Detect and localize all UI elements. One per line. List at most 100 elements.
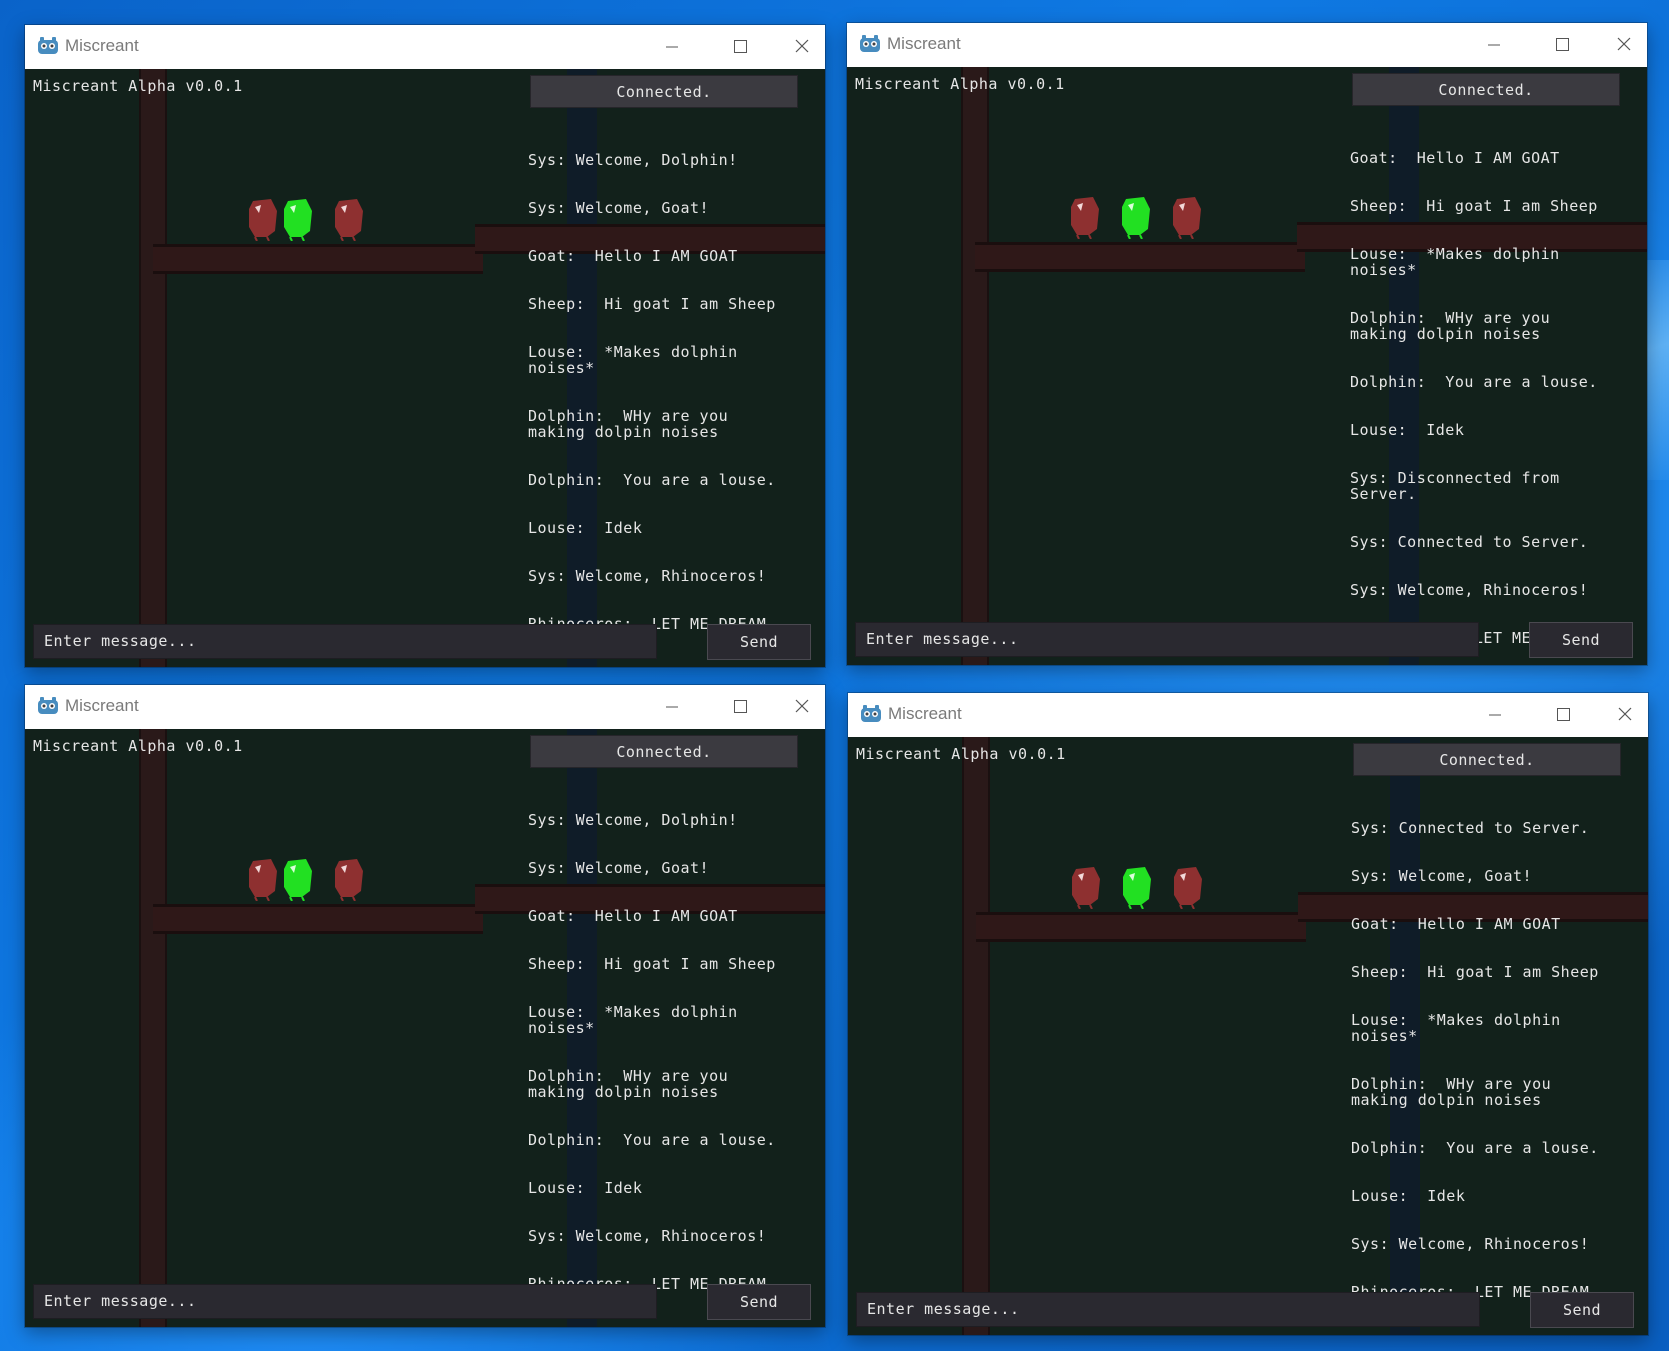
level-wall [139, 729, 167, 1327]
player-character-other [1072, 867, 1100, 909]
level-platform [975, 242, 1305, 272]
game-viewport[interactable]: Miscreant Alpha v0.0.1 Connected. Sys: W… [25, 69, 825, 667]
chat-message: Dolphin: WHy are you making dolpin noise… [528, 1067, 738, 1101]
close-button[interactable] [779, 685, 825, 729]
close-icon [1618, 707, 1632, 721]
chat-message: Dolphin: WHy are you making dolpin noise… [1351, 1075, 1561, 1109]
level-platform [153, 244, 483, 274]
chat-message: Sheep: Hi goat I am Sheep [528, 295, 776, 313]
window-titlebar[interactable]: Miscreant [25, 25, 825, 69]
minimize-button[interactable] [1472, 693, 1518, 737]
chat-message: Louse: Idek [528, 1179, 643, 1197]
maximize-icon [1557, 708, 1570, 721]
player-character-other [1174, 867, 1202, 909]
send-button[interactable]: Send [1530, 1292, 1634, 1328]
chat-log: Goat: Hello I AM GOAT Sheep: Hi goat I a… [1350, 118, 1612, 665]
game-viewport[interactable]: Miscreant Alpha v0.0.1 Connected. Sys: C… [848, 737, 1648, 1335]
game-viewport[interactable]: Miscreant Alpha v0.0.1 Connected. Goat: … [847, 67, 1647, 665]
maximize-button[interactable] [1540, 693, 1586, 737]
connection-status-button[interactable]: Connected. [1353, 743, 1621, 776]
chat-message: Sys: Welcome, Rhinoceros! [1350, 581, 1589, 599]
chat-message: Sys: Welcome, Dolphin! [528, 151, 738, 169]
maximize-button[interactable] [717, 685, 763, 729]
connection-status-button[interactable]: Connected. [1352, 73, 1620, 106]
level-wall [139, 69, 167, 667]
player-character-other [1071, 197, 1099, 239]
chat-message: Goat: Hello I AM GOAT [528, 247, 738, 265]
version-label: Miscreant Alpha v0.0.1 [33, 77, 243, 95]
window-titlebar[interactable]: Miscreant [848, 693, 1648, 737]
chat-message: Sys: Welcome, Dolphin! [528, 811, 738, 829]
chat-message: Sheep: Hi goat I am Sheep [1350, 197, 1598, 215]
window-title: Miscreant [65, 696, 139, 715]
minimize-icon [666, 706, 678, 708]
maximize-button[interactable] [1539, 23, 1585, 67]
minimize-button[interactable] [1471, 23, 1517, 67]
message-input[interactable]: Enter message... [33, 1284, 657, 1319]
chat-message: Goat: Hello I AM GOAT [1351, 915, 1561, 933]
message-input[interactable]: Enter message... [855, 622, 1479, 657]
close-button[interactable] [1601, 23, 1647, 67]
chat-message: Sys: Connected to Server. [1351, 819, 1590, 837]
game-window-4[interactable]: Miscreant Miscreant Alpha v0.0.1 Connect… [848, 693, 1648, 1335]
player-character-local [1122, 197, 1150, 239]
version-label: Miscreant Alpha v0.0.1 [33, 737, 243, 755]
connection-status-button[interactable]: Connected. [530, 75, 798, 108]
chat-message: Goat: Hello I AM GOAT [1350, 149, 1560, 167]
chat-message: Sys: Welcome, Goat! [528, 859, 710, 877]
minimize-button[interactable] [649, 25, 695, 69]
minimize-button[interactable] [649, 685, 695, 729]
player-character-other [335, 199, 363, 241]
maximize-icon [734, 40, 747, 53]
send-button[interactable]: Send [707, 624, 811, 660]
player-character-other [335, 859, 363, 901]
level-wall [962, 737, 990, 1335]
window-title: Miscreant [887, 34, 961, 53]
chat-message: Louse: *Makes dolphin noises* [528, 1003, 748, 1037]
message-input[interactable]: Enter message... [856, 1292, 1480, 1327]
close-button[interactable] [1602, 693, 1648, 737]
chat-message: Sheep: Hi goat I am Sheep [528, 955, 776, 973]
maximize-button[interactable] [717, 25, 763, 69]
close-icon [1617, 37, 1631, 51]
close-icon [795, 699, 809, 713]
chat-message: Dolphin: WHy are you making dolpin noise… [1350, 309, 1560, 343]
chat-message: Sys: Welcome, Rhinoceros! [528, 567, 767, 585]
game-window-2[interactable]: Miscreant Miscreant Alpha v0.0.1 Connect… [847, 23, 1647, 665]
godot-icon [860, 35, 880, 52]
level-wall [961, 67, 989, 665]
game-window-1[interactable]: Miscreant Miscreant Alpha v0.0.1 Connect… [25, 25, 825, 667]
game-viewport[interactable]: Miscreant Alpha v0.0.1 Connected. Sys: W… [25, 729, 825, 1327]
minimize-icon [1488, 44, 1500, 46]
chat-message: Louse: Idek [1350, 421, 1465, 439]
chat-log: Sys: Connected to Server. Sys: Welcome, … [1351, 788, 1613, 1332]
version-label: Miscreant Alpha v0.0.1 [855, 75, 1065, 93]
chat-message: Dolphin: You are a louse. [528, 1131, 776, 1149]
game-window-3[interactable]: Miscreant Miscreant Alpha v0.0.1 Connect… [25, 685, 825, 1327]
chat-message: Sys: Welcome, Goat! [528, 199, 710, 217]
minimize-icon [666, 46, 678, 48]
player-character-local [284, 199, 312, 241]
maximize-icon [1556, 38, 1569, 51]
chat-message: Louse: Idek [528, 519, 643, 537]
send-button[interactable]: Send [1529, 622, 1633, 658]
chat-message: Louse: Idek [1351, 1187, 1466, 1205]
window-titlebar[interactable]: Miscreant [25, 685, 825, 729]
chat-message: Sys: Welcome, Rhinoceros! [528, 1227, 767, 1245]
godot-icon [38, 37, 58, 54]
window-titlebar[interactable]: Miscreant [847, 23, 1647, 67]
chat-log: Sys: Welcome, Dolphin! Sys: Welcome, Goa… [528, 120, 790, 664]
send-button[interactable]: Send [707, 1284, 811, 1320]
message-input[interactable]: Enter message... [33, 624, 657, 659]
chat-message: Louse: *Makes dolphin noises* [528, 343, 748, 377]
connection-status-button[interactable]: Connected. [530, 735, 798, 768]
chat-message: Sys: Disconnected from Server. [1350, 469, 1570, 503]
player-character-other [249, 199, 277, 241]
chat-message: Dolphin: WHy are you making dolpin noise… [528, 407, 738, 441]
chat-message: Goat: Hello I AM GOAT [528, 907, 738, 925]
player-character-local [1123, 867, 1151, 909]
minimize-icon [1489, 714, 1501, 716]
close-button[interactable] [779, 25, 825, 69]
godot-icon [38, 697, 58, 714]
chat-message: Dolphin: You are a louse. [528, 471, 776, 489]
